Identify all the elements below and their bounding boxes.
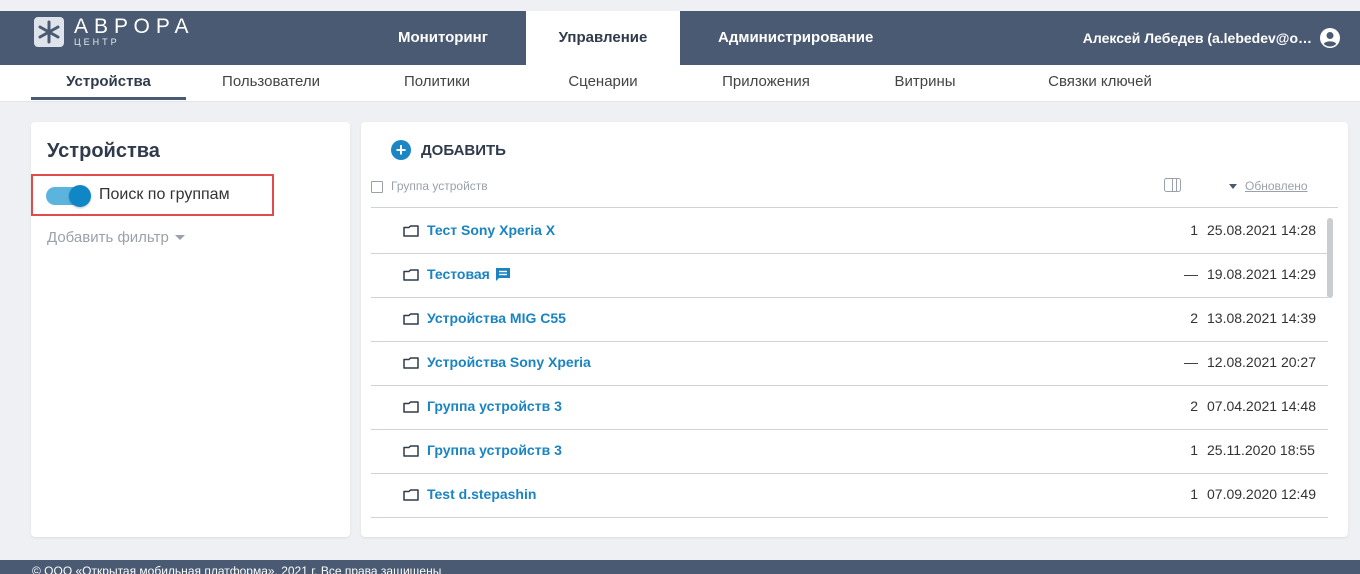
brand-title: АВРОРА (74, 15, 195, 38)
scrollbar[interactable] (1325, 218, 1335, 518)
add-button-label: ДОБАВИТЬ (421, 141, 506, 159)
group-name-link[interactable]: Тестовая (427, 266, 511, 282)
subtab-showcases[interactable]: Витрины (860, 65, 990, 100)
filter-panel-title: Устройства (47, 140, 160, 162)
folder-icon (403, 357, 419, 369)
toggle-knob (69, 185, 91, 207)
logo[interactable]: АВРОРА ЦЕНТР (34, 16, 195, 48)
table-row[interactable]: Устройства Sony Xperia — 12.08.2021 20:27 (371, 342, 1328, 386)
subtab-applications[interactable]: Приложения (686, 65, 846, 100)
group-name: Test d.stepashin (427, 486, 537, 502)
device-count: 2 (1190, 310, 1198, 326)
table-row[interactable]: Тестовая — 19.08.2021 14:29 (371, 254, 1328, 298)
table-row[interactable]: Группа устройств 3 2 07.04.2021 14:48 (371, 386, 1328, 430)
updated-date: 25.11.2020 18:55 (1207, 442, 1315, 458)
updated-date: 13.08.2021 14:39 (1207, 310, 1316, 326)
sort-desc-icon (1229, 183, 1237, 189)
group-search-label: Поиск по группам (99, 186, 230, 203)
folder-icon (403, 269, 419, 281)
updated-date: 25.08.2021 14:28 (1207, 222, 1316, 238)
device-count: 1 (1190, 442, 1198, 458)
group-name-link[interactable]: Test d.stepashin (427, 486, 536, 502)
group-name-link[interactable]: Группа устройств 3 (427, 442, 562, 458)
device-count: — (1184, 266, 1198, 282)
subtab-scenarios[interactable]: Сценарии (528, 65, 678, 100)
folder-icon (403, 401, 419, 413)
group-name: Группа устройств 3 (427, 442, 562, 458)
add-filter-label: Добавить фильтр (47, 229, 169, 246)
device-count: — (1184, 354, 1198, 370)
group-name: Устройства MIG C55 (427, 310, 566, 326)
table-row[interactable]: Группа устройств 3 1 25.11.2020 18:55 (371, 430, 1328, 474)
folder-icon (403, 313, 419, 325)
group-search-highlight: Поиск по группам (31, 174, 274, 216)
aurora-logo-icon (34, 17, 64, 47)
group-search-toggle[interactable] (46, 185, 91, 207)
column-updated-label: Обновлено (1245, 179, 1308, 193)
sub-nav: Устройства Пользователи Политики Сценари… (0, 65, 1360, 102)
device-group-list-panel: + ДОБАВИТЬ Группа устройств Обновлено Те… (361, 122, 1348, 537)
chevron-down-icon (174, 235, 185, 240)
group-name-link[interactable]: Тест Sony Xperia X (427, 222, 555, 238)
updated-date: 07.04.2021 14:48 (1207, 398, 1316, 414)
comment-icon (495, 267, 510, 281)
add-button[interactable]: + ДОБАВИТЬ (391, 140, 506, 160)
table-row[interactable]: Test d.stepashin 1 07.09.2020 12:49 (371, 474, 1328, 518)
scrollbar-thumb[interactable] (1327, 218, 1333, 298)
column-group-header: Группа устройств (391, 179, 488, 193)
plus-circle-icon: + (391, 140, 411, 160)
brand-subtitle: ЦЕНТР (74, 37, 120, 47)
select-all-checkbox[interactable] (371, 181, 383, 193)
updated-date: 19.08.2021 14:29 (1207, 266, 1316, 282)
subtab-users[interactable]: Пользователи (196, 65, 346, 100)
group-name-link[interactable]: Группа устройств 3 (427, 398, 562, 414)
add-filter-dropdown[interactable]: Добавить фильтр (47, 229, 185, 246)
updated-date: 12.08.2021 20:27 (1207, 354, 1316, 370)
subtab-keychains[interactable]: Связки ключей (1020, 65, 1180, 100)
table-row[interactable]: Устройства MIG C55 2 13.08.2021 14:39 (371, 298, 1328, 342)
folder-icon (403, 445, 419, 457)
folder-icon (403, 489, 419, 501)
device-count: 1 (1190, 486, 1198, 502)
user-menu[interactable]: Алексей Лебедев (a.lebedev@o… (1083, 11, 1340, 65)
table-header: Группа устройств Обновлено (371, 176, 1338, 208)
user-account-icon (1320, 28, 1340, 48)
updated-date: 07.09.2020 12:49 (1207, 486, 1316, 502)
group-name-link[interactable]: Устройства MIG C55 (427, 310, 566, 326)
tab-monitoring[interactable]: Мониторинг (360, 11, 526, 65)
footer: © ООО «Открытая мобильная платформа», 20… (0, 560, 1360, 574)
filter-panel: Устройства Поиск по группам Добавить фил… (31, 122, 350, 537)
subtab-policies[interactable]: Политики (362, 65, 512, 100)
device-count: 2 (1190, 398, 1198, 414)
table-row[interactable]: Тест Sony Xperia X 1 25.08.2021 14:28 (371, 210, 1328, 254)
columns-icon[interactable] (1164, 178, 1181, 192)
user-name: Алексей Лебедев (a.lebedev@o… (1082, 30, 1312, 46)
tab-administration[interactable]: Администрирование (680, 11, 910, 65)
copyright-text: © ООО «Открытая мобильная платформа», 20… (32, 564, 442, 574)
group-name: Тестовая (427, 266, 490, 282)
folder-icon (403, 225, 419, 237)
group-list: Тест Sony Xperia X 1 25.08.2021 14:28 Тесто… (371, 210, 1328, 518)
group-name: Группа устройств 3 (427, 398, 562, 414)
subtab-devices[interactable]: Устройства (31, 65, 186, 100)
device-count: 1 (1190, 222, 1198, 238)
tab-management[interactable]: Управление (526, 11, 680, 65)
group-name: Тест Sony Xperia X (427, 222, 556, 238)
group-name-link[interactable]: Устройства Sony Xperia (427, 354, 591, 370)
group-name: Устройства Sony Xperia (427, 354, 591, 370)
sort-updated-header[interactable]: Обновлено (1229, 179, 1308, 193)
